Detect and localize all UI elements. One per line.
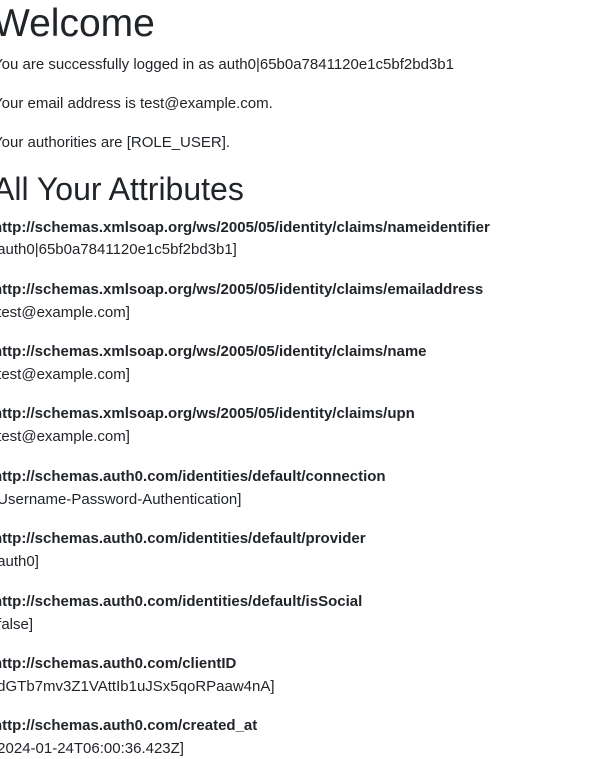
attribute-key: http://schemas.auth0.com/created_at [0, 717, 258, 734]
attribute-key: http://schemas.auth0.com/identities/defa… [0, 593, 363, 610]
attribute-key: http://schemas.auth0.com/identities/defa… [0, 468, 386, 485]
attributes-heading: All Your Attributes [0, 171, 244, 207]
attribute-value: [Username-Password-Authentication] [0, 491, 242, 508]
email-text: Your email address is test@example.com. [0, 95, 273, 112]
attribute-value: [2024-01-24T06:00:36.423Z] [0, 740, 184, 757]
attribute-key: http://schemas.auth0.com/identities/defa… [0, 530, 366, 547]
attribute-key: http://schemas.xmlsoap.org/ws/2005/05/id… [0, 405, 415, 422]
attribute-value: [auth0] [0, 553, 39, 570]
attribute-key: http://schemas.xmlsoap.org/ws/2005/05/id… [0, 281, 484, 298]
attribute-key: http://schemas.xmlsoap.org/ws/2005/05/id… [0, 343, 427, 360]
attribute-key: http://schemas.xmlsoap.org/ws/2005/05/id… [0, 219, 490, 236]
attribute-key: http://schemas.auth0.com/clientID [0, 655, 237, 672]
attribute-value: [test@example.com] [0, 428, 130, 445]
attribute-value: [test@example.com] [0, 366, 130, 383]
authorities-text: Your authorities are [ROLE_USER]. [0, 134, 231, 151]
attribute-value: [test@example.com] [0, 304, 130, 321]
logged-in-text: You are successfully logged in as auth0|… [0, 56, 454, 73]
welcome-heading: Welcome [0, 2, 155, 45]
attribute-value: [false] [0, 616, 34, 633]
attribute-value: [dGTb7mv3Z1VAttIb1uJSx5qoRPaaw4nA] [0, 678, 275, 695]
attribute-value: [auth0|65b0a7841120e1c5bf2bd3b1] [0, 241, 237, 258]
